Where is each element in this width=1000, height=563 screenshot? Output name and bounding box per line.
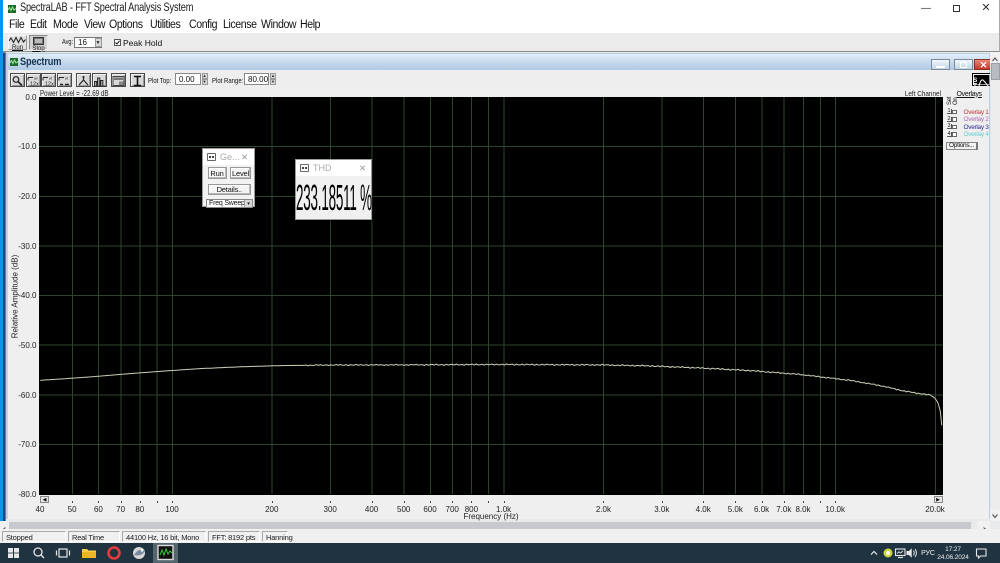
svg-text:ut: ut [65,77,68,81]
svg-text:12x: 12x [30,82,39,88]
svg-text:ut: ut [49,77,52,81]
svg-text:12x: 12x [45,82,54,88]
svg-text:av: av [34,77,38,81]
svg-text:T: T [973,82,977,87]
